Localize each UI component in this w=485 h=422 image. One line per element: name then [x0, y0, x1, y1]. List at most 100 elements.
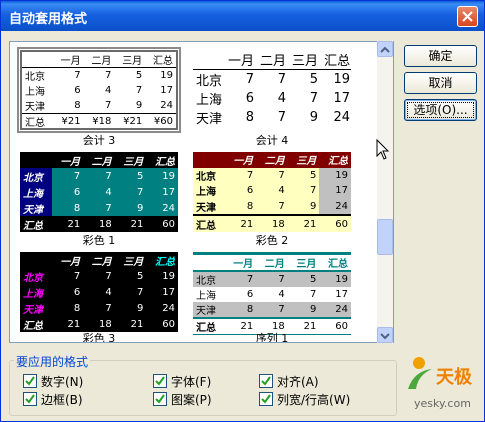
preview-row: 天津 8 7 9 24 [20, 300, 178, 316]
checkbox-width-height[interactable]: 列宽/行高(W) [259, 392, 350, 407]
preview-cell: 7 [256, 271, 288, 287]
checkmark-icon [261, 376, 271, 386]
checkbox-font[interactable]: 字体(F) [153, 374, 211, 389]
preview-cell: 17 [335, 289, 348, 300]
preview-row: 汇总¥21¥18¥21¥60 [22, 113, 176, 128]
checkbox-label: 图案(P) [171, 393, 212, 407]
preview-cell: 北京 [25, 72, 45, 83]
preview-cell: ¥21 [114, 113, 146, 128]
mouse-cursor-icon [376, 139, 390, 160]
preview-cell: 18 [83, 216, 115, 232]
preview-cell: 7 [73, 270, 81, 282]
preview-cell: 二月 [83, 52, 115, 68]
preview-cell: 7 [137, 186, 144, 198]
preview-cell: 一月 [52, 52, 84, 68]
preview-cell: 7 [309, 91, 319, 106]
format-tile-colorful-1[interactable]: 一月 二月 三月 汇总 北京 7 7 5 19 上海 6 4 7 17 天津 8 7 9 24 汇总 21 18 21 60 [20, 152, 178, 232]
preview-cell: 汇总 [155, 256, 175, 268]
checkbox-border[interactable]: 边框(B) [23, 392, 83, 407]
preview-cell: 19 [162, 270, 175, 282]
preview-table: 一月 二月 三月 汇总 北京 7 7 5 19 上海 6 4 7 17 天津 8 7 9 24 汇总 21 18 21 60 [20, 152, 178, 232]
format-tile-accounting-4[interactable]: 一月二月三月汇总北京77519上海64717天津87924汇总¥21¥18¥21… [193, 50, 351, 130]
preview-cell: ¥21 [289, 127, 321, 130]
checkmark-icon [25, 376, 35, 386]
scroll-down-button[interactable] [377, 327, 393, 343]
preview-cell: 9 [310, 201, 317, 213]
preview-cell: 5 [137, 270, 144, 282]
preview-row: 天津 8 7 9 24 [193, 108, 351, 127]
options-button[interactable]: 选项(O)... [404, 99, 477, 121]
format-tile-colorful-2[interactable]: 一月 二月 三月 汇总 北京 7 7 5 19 上海 6 4 7 17 天津 8 7 9 24 汇总 21 18 21 60 [193, 152, 351, 232]
preview-row: 北京 7 7 5 19 [193, 167, 351, 184]
preview-cell: 一月 [60, 256, 81, 268]
scroll-up-button[interactable] [377, 41, 393, 57]
checkbox-box[interactable] [23, 374, 37, 388]
preview-row: 北京 7 7 5 19 [193, 271, 351, 287]
format-gallery[interactable]: 一月 二月 三月 汇总 北京 7 7 5 19 上海 6 4 7 17 天津 8 7 9 24 汇总 ¥21 ¥18 ¥21… [9, 41, 394, 343]
yesky-watermark: 天极 yesky.com [396, 353, 484, 419]
preview-header-row: 一月 二月 三月 汇总 [193, 152, 351, 168]
chevron-down-icon [380, 333, 390, 340]
ok-button[interactable]: 确定 [404, 45, 477, 67]
close-button[interactable] [457, 6, 478, 27]
preview-cell: 天津 [25, 102, 45, 113]
preview-cell: ¥21 [52, 113, 84, 128]
preview-row: 天津 8 7 9 24 [20, 200, 178, 216]
format-tile-accounting-3[interactable]: 一月 二月 三月 汇总 北京 7 7 5 19 上海 6 4 7 17 天津 8 7 9 24 汇总 ¥21 ¥18 ¥21… [17, 47, 181, 133]
preview-row: 上海 6 4 7 17 [22, 83, 176, 98]
title-bar[interactable]: 自动套用格式 [1, 1, 484, 31]
preview-cell: 北京 [193, 271, 225, 287]
preview-cell [22, 52, 53, 68]
preview-table: 一月 二月 三月 汇总 北京 7 7 5 19 上海 6 4 7 17 天津 8 7 9 24 汇总 21 18 21 60 [20, 252, 178, 332]
preview-cell: 7 [278, 169, 285, 181]
cancel-button[interactable]: 取消 [404, 72, 477, 94]
preview-cell: ¥60 [145, 113, 176, 128]
preview-cell: 5 [137, 170, 144, 182]
preview-cell: ¥18 [257, 127, 289, 130]
preview-cell: 天津 [196, 112, 223, 127]
preview-cell: 6 [74, 85, 81, 96]
yesky-logo-icon [408, 357, 432, 389]
preview-cell: 7 [224, 271, 257, 287]
preview-cell: 上海 [23, 288, 43, 300]
preview-cell: 8 [246, 201, 254, 213]
checkbox-pattern[interactable]: 图案(P) [153, 392, 212, 407]
preview-cell: 7 [135, 85, 143, 96]
preview-cell: 6 [246, 185, 254, 197]
preview-cell: 7 [105, 70, 112, 81]
checkbox-box[interactable] [23, 392, 37, 406]
checkbox-box[interactable] [259, 374, 273, 388]
preview-cell: 24 [162, 302, 175, 314]
preview-cell: 天津 [196, 203, 216, 215]
preview-cell: 7 [105, 170, 112, 182]
checkbox-label: 边框(B) [41, 393, 83, 407]
checkbox-alignment[interactable]: 对齐(A) [259, 374, 319, 389]
checkbox-box[interactable] [259, 392, 273, 406]
checkbox-box[interactable] [153, 392, 167, 406]
preview-cell: 汇总 [321, 50, 351, 70]
preview-cell: 7 [310, 289, 317, 300]
preview-cell: 7 [74, 70, 81, 81]
preview-row: 汇总¥21¥18¥21¥60 [193, 127, 351, 130]
format-tile-colorful-3[interactable]: 一月 二月 三月 汇总 北京 7 7 5 19 上海 6 4 7 17 天津 8 7 9 24 汇总 21 18 21 60 [20, 252, 178, 332]
preview-cell: 7 [278, 201, 285, 213]
preview-cell: 9 [135, 100, 143, 111]
gallery-scrollbar[interactable] [377, 41, 393, 343]
checkbox-number[interactable]: 数字(N) [23, 374, 83, 389]
preview-cell: ¥60 [321, 127, 351, 130]
checkbox-box[interactable] [153, 374, 167, 388]
preview-cell: 24 [160, 100, 173, 111]
preview-cell: ¥18 [83, 113, 115, 128]
preview-cell: 一月 [224, 152, 257, 168]
preview-row: 上海 6 4 7 17 [20, 284, 178, 300]
preview-cell: 5 [287, 271, 320, 287]
preview-header-row: 一月 二月 三月 汇总 [193, 50, 351, 70]
format-label: 彩色 3 [82, 332, 116, 343]
scroll-thumb[interactable] [377, 219, 393, 255]
preview-cell: 6 [246, 289, 254, 300]
preview-cell: 汇总 [319, 152, 351, 168]
apply-formats-title: 要应用的格式 [14, 353, 91, 370]
preview-cell [193, 152, 225, 168]
format-tile-list-1[interactable]: 一月 二月 三月 汇总 北京 7 7 5 19 上海 6 4 7 17 天津 8 7 9 24 汇总 21 18 21 60 [193, 252, 351, 335]
preview-cell: 17 [319, 183, 351, 199]
